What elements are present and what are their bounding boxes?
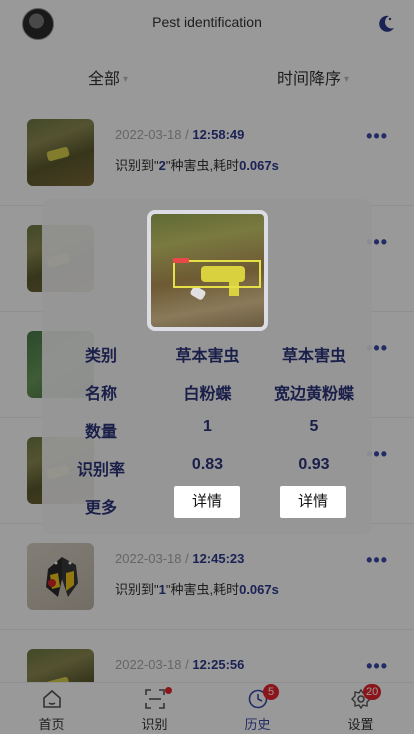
row-value: 5	[309, 418, 319, 435]
row-value: 草本害虫	[175, 348, 240, 365]
row-label: 类别	[84, 348, 117, 365]
category-row: 类别 草本害虫 草本害虫	[42, 336, 372, 366]
detection-box	[173, 260, 261, 288]
row-label: 识别率	[76, 462, 125, 479]
result-modal: 类别 草本害虫 草本害虫 名称 白粉蝶 宽边黄粉蝶 数量 1 5 识别率 0.8…	[42, 199, 372, 535]
row-value: 0.83	[191, 456, 224, 473]
row-label: 更多	[84, 500, 117, 517]
more-row: 更多 详情 详情	[42, 486, 372, 520]
row-value: 宽边黄粉蝶	[273, 386, 354, 403]
name-row: 名称 白粉蝶 宽边黄粉蝶	[42, 374, 372, 404]
count-row: 数量 1 5	[42, 412, 372, 442]
row-label: 名称	[84, 386, 117, 403]
detection-label-tag	[173, 258, 189, 263]
row-value: 草本害虫	[281, 348, 346, 365]
row-value: 白粉蝶	[183, 386, 232, 403]
row-value: 0.93	[298, 456, 330, 473]
confidence-row: 识别率 0.83 0.93	[42, 450, 372, 480]
detail-button[interactable]: 详情	[174, 486, 240, 518]
detection-image	[147, 210, 268, 331]
row-value: 1	[203, 418, 212, 435]
row-label: 数量	[84, 424, 117, 441]
detail-button[interactable]: 详情	[280, 486, 346, 518]
